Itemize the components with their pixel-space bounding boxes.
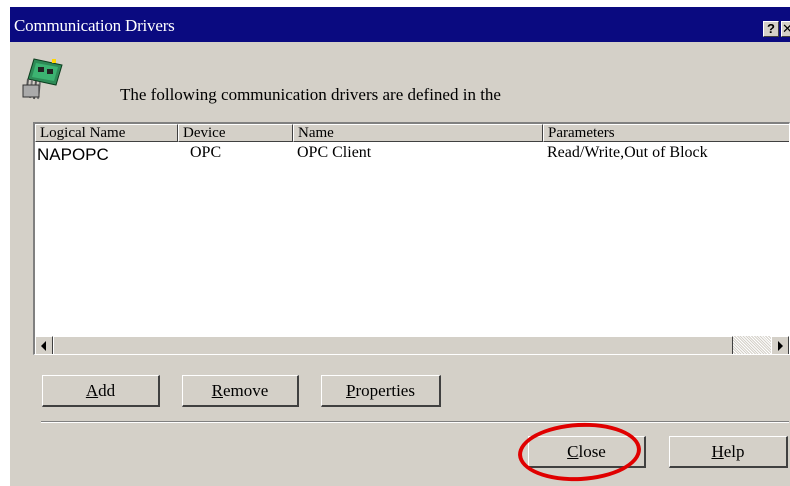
list-header: Logical Name Device Name Parameters [35, 124, 789, 142]
scroll-track[interactable] [733, 336, 771, 354]
column-logical-name[interactable]: Logical Name [35, 124, 178, 142]
drivers-list[interactable]: Logical Name Device Name Parameters NAPO… [33, 122, 790, 355]
cell-parameters: Read/Write,Out of Block [547, 144, 708, 161]
close-label: lose [578, 441, 606, 461]
add-button[interactable]: Add [42, 375, 160, 407]
network-card-icon [22, 58, 63, 100]
window-title: Communication Drivers [14, 16, 175, 35]
cell-logical-name: NAPOPC [37, 145, 109, 164]
cell-device: OPC [190, 144, 222, 161]
title-close-button[interactable]: ✕ [781, 21, 790, 37]
scroll-thumb[interactable] [53, 336, 733, 354]
add-accel: A [85, 380, 99, 400]
communication-drivers-dialog: Communication Drivers ? ✕ The following … [9, 6, 790, 486]
list-item[interactable]: NAPOPC OPC OPC Client Read/Write,Out of … [35, 144, 789, 166]
remove-button[interactable]: Remove [182, 375, 299, 407]
separator [41, 421, 789, 423]
title-bar[interactable]: Communication Drivers ? ✕ [10, 7, 790, 42]
column-name[interactable]: Name [293, 124, 543, 142]
cell-name: OPC Client [297, 144, 372, 161]
column-device[interactable]: Device [178, 124, 293, 142]
properties-button[interactable]: Properties [321, 375, 441, 407]
scroll-left-button[interactable] [35, 336, 53, 354]
help-accel: H [711, 441, 724, 461]
scroll-right-button[interactable] [771, 336, 789, 354]
title-help-button[interactable]: ? [763, 21, 779, 37]
add-label: dd [98, 380, 116, 400]
help-button[interactable]: Help [669, 436, 788, 468]
close-accel: C [567, 441, 579, 461]
column-parameters[interactable]: Parameters [543, 124, 789, 142]
arrow-right-icon [778, 341, 783, 351]
horizontal-scrollbar[interactable] [35, 336, 789, 354]
intro-text: The following communication drivers are … [120, 85, 501, 104]
remove-accel: R [211, 380, 223, 400]
remove-label: emove [223, 380, 269, 400]
arrow-left-icon [41, 341, 46, 351]
close-button[interactable]: Close [528, 436, 646, 468]
help-label: elp [723, 441, 745, 461]
properties-label: roperties [355, 380, 415, 400]
